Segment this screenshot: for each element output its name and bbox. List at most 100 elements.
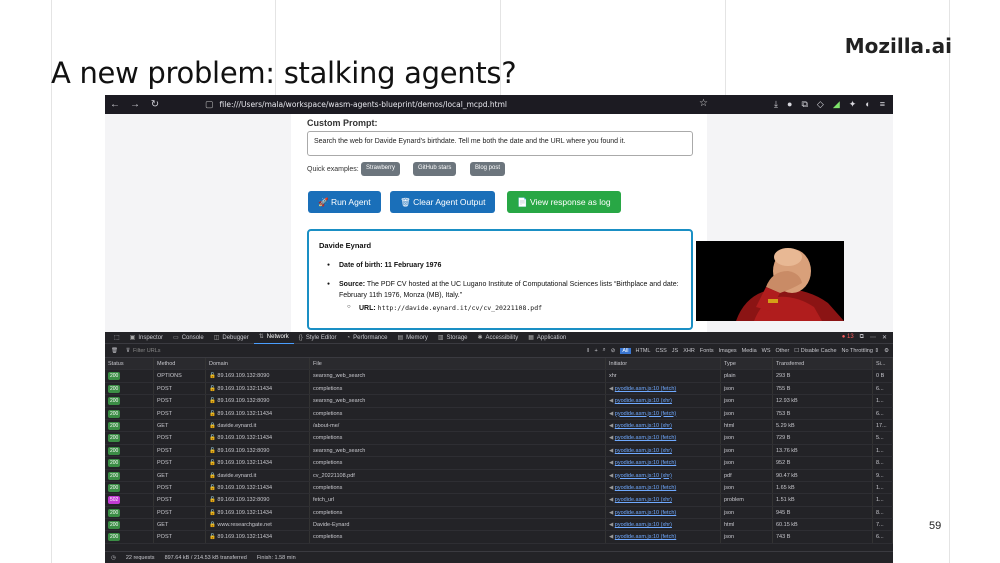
pick-element-icon[interactable]: ⬚ xyxy=(109,332,125,344)
row-initiator[interactable]: ◀ pyodide.asm.js:10 (xhr) xyxy=(606,494,721,506)
network-row[interactable]: 502 POST 🔓 89.169.109.132:8090 fetch_url ◀ p… xyxy=(105,494,893,507)
network-row[interactable]: 200 POST 🔓 89.169.109.132:11434 completions… xyxy=(105,506,893,520)
filter-xhr[interactable]: XHR xyxy=(683,348,695,354)
settings-gear-icon[interactable]: ⚙ xyxy=(884,348,889,354)
col-initiator[interactable]: Initiator xyxy=(606,358,721,370)
tab-performance[interactable]: ◔ Performance xyxy=(342,332,393,344)
row-type: html xyxy=(721,419,773,432)
row-initiator[interactable]: ◀ pyodide.asm.js:10 (xhr) xyxy=(606,519,721,531)
output-url-value[interactable]: http://davide.eynard.it/cv/cv_20221108.p… xyxy=(378,304,542,312)
network-row[interactable]: 200 POST 🔓 89.169.109.132:11434 completions… xyxy=(105,382,893,396)
tab-storage[interactable]: ▥ Storage xyxy=(433,332,473,344)
row-initiator[interactable]: ◀ pyodide.asm.js:10 (fetch) xyxy=(606,382,721,395)
pause-icon[interactable]: ‖ xyxy=(587,348,589,354)
reload-icon[interactable]: ↻ xyxy=(145,99,165,110)
example-blog-post-button[interactable]: Blog post xyxy=(470,162,506,176)
row-initiator[interactable]: ◀ pyodide.asm.js:10 (fetch) xyxy=(606,457,721,469)
row-initiator[interactable]: ◀ pyodide.asm.js:10 (xhr) xyxy=(606,419,721,432)
network-row[interactable]: 200 POST 🔓 89.169.109.132:8090 searxng_web_… xyxy=(105,395,893,408)
account-icon[interactable]: ● xyxy=(787,99,792,110)
tab-style-editor[interactable]: {} Style Editor xyxy=(294,332,342,344)
row-initiator[interactable]: ◀ pyodide.asm.js:10 (xhr) xyxy=(606,395,721,407)
network-row[interactable]: 200 POST 🔓 89.169.109.132:11434 completions… xyxy=(105,407,893,420)
network-row[interactable]: 200 GET 🔒 www.researchgate.net Davide-Eynar… xyxy=(105,519,893,532)
tab-console[interactable]: ▭ Console xyxy=(168,332,209,344)
block-icon[interactable]: ⊘ xyxy=(611,348,616,354)
filter-ws[interactable]: WS xyxy=(762,348,771,354)
extension-icon[interactable]: ⧉ xyxy=(801,99,807,110)
col-file[interactable]: File xyxy=(310,358,606,370)
filter-images[interactable]: Images xyxy=(719,348,737,354)
tab-application[interactable]: ▦ Application xyxy=(523,332,571,344)
extensions-puzzle-icon[interactable]: ✦ xyxy=(849,99,857,110)
col-type[interactable]: Type xyxy=(721,358,773,370)
network-row[interactable]: 200 POST 🔓 89.169.109.132:11434 completions… xyxy=(105,457,893,470)
network-row[interactable]: 200 OPTIONS 🔓 89.169.109.132:8090 searxng_w… xyxy=(105,370,893,383)
menu-icon[interactable]: ≡ xyxy=(880,99,885,110)
more-options-icon[interactable]: ⋯ xyxy=(870,334,876,341)
sync-icon[interactable]: ◇ xyxy=(817,99,824,110)
forward-icon[interactable]: → xyxy=(125,99,145,110)
palette-icon[interactable]: ◐ xyxy=(865,99,870,110)
example-github-stars-button[interactable]: GitHub stars xyxy=(413,162,457,176)
network-row[interactable]: 200 POST 🔓 89.169.109.132:11434 completions… xyxy=(105,481,893,495)
row-domain: 🔓 89.169.109.132:8090 xyxy=(206,444,310,457)
row-initiator[interactable]: ◀ pyodide.asm.js:10 (fetch) xyxy=(606,407,721,419)
back-icon[interactable]: ← xyxy=(105,99,125,110)
address-bar[interactable]: file:///Users/mala/workspace/wasm-agents… xyxy=(220,100,507,109)
row-initiator[interactable]: ◀ pyodide.asm.js:10 (fetch) xyxy=(606,506,721,519)
network-row[interactable]: 200 POST 🔓 89.169.109.132:11434 completions… xyxy=(105,432,893,445)
row-initiator[interactable]: ◀ pyodide.asm.js:10 (xhr) xyxy=(606,444,721,457)
filter-urls-input[interactable]: Filter URLs xyxy=(133,348,161,354)
download-icon[interactable]: ⤓ xyxy=(774,99,778,110)
bookmark-star-icon[interactable]: ☆ xyxy=(699,98,708,109)
example-strawberry-button[interactable]: Strawberry xyxy=(361,162,401,176)
error-count-badge[interactable]: ● 13 xyxy=(842,334,854,341)
view-log-button[interactable]: 📄 View response as log xyxy=(507,191,621,213)
filter-css[interactable]: CSS xyxy=(655,348,666,354)
row-initiator[interactable]: ◀ pyodide.asm.js:10 (fetch) xyxy=(606,481,721,494)
search-icon[interactable]: ⌕ xyxy=(603,347,606,354)
network-row[interactable]: 200 POST 🔓 89.169.109.132:11434 completions… xyxy=(105,531,893,544)
row-initiator[interactable]: ◀ pyodide.asm.js:10 (fetch) xyxy=(606,531,721,543)
filter-html[interactable]: HTML xyxy=(636,348,651,354)
trash-icon[interactable]: 🗑 xyxy=(111,348,118,354)
tab-network[interactable]: ⇅ Network xyxy=(253,331,294,344)
tab-debugger[interactable]: ◫ Debugger xyxy=(209,332,254,344)
network-row[interactable]: 200 GET 🔒 davide.eynard.it cv_20221108.pdf ◀… xyxy=(105,469,893,482)
filter-other[interactable]: Other xyxy=(776,348,790,354)
row-initiator[interactable]: ◀ pyodide.asm.js:10 (xhr) xyxy=(606,469,721,481)
clear-output-button[interactable]: 🗑 Clear Agent Output xyxy=(390,191,496,213)
signal-icon[interactable]: ◢ xyxy=(833,99,840,110)
close-icon[interactable]: ✕ xyxy=(882,334,887,341)
col-status[interactable]: Status xyxy=(105,358,154,370)
tab-accessibility[interactable]: ✱ Accessibility xyxy=(473,332,524,344)
dock-icon[interactable]: ⧉ xyxy=(860,334,864,341)
network-row[interactable]: 200 GET 🔒 davide.eynard.it/about-me/◀ pyod… xyxy=(105,419,893,433)
filter-js[interactable]: JS xyxy=(672,348,678,354)
col-domain[interactable]: Domain xyxy=(206,358,310,370)
row-type: json xyxy=(721,506,773,519)
col-size[interactable]: Si... xyxy=(873,358,893,370)
add-icon[interactable]: + xyxy=(594,348,597,354)
throttling-select[interactable]: No Throttling ⇕ xyxy=(842,348,880,354)
tab-memory[interactable]: ▤ Memory xyxy=(392,332,432,344)
page-number: 59 xyxy=(929,520,942,532)
row-size: 6... xyxy=(873,407,893,419)
tab-inspector[interactable]: ▣ Inspector xyxy=(125,332,168,344)
row-file: completions xyxy=(310,407,606,419)
row-type: plain xyxy=(721,370,773,382)
disable-cache-checkbox[interactable]: ☐ Disable Cache xyxy=(794,348,836,354)
prompt-textarea[interactable]: Search the web for Davide Eynard's birth… xyxy=(307,131,693,156)
filter-media[interactable]: Media xyxy=(742,348,757,354)
filter-fonts[interactable]: Fonts xyxy=(700,348,714,354)
run-agent-button[interactable]: 🚀 Run Agent xyxy=(308,191,381,213)
row-initiator[interactable]: ◀ pyodide.asm.js:10 (fetch) xyxy=(606,432,721,444)
col-transferred[interactable]: Transferred xyxy=(773,358,873,370)
row-file: searxng_web_search xyxy=(310,395,606,407)
network-row[interactable]: 200 POST 🔓 89.169.109.132:8090 searxng_web_… xyxy=(105,444,893,458)
filter-all[interactable]: All xyxy=(620,347,631,354)
network-table-header: Status Method Domain File Initiator Type… xyxy=(105,358,893,371)
col-method[interactable]: Method xyxy=(154,358,206,370)
row-size: 8... xyxy=(873,457,893,469)
